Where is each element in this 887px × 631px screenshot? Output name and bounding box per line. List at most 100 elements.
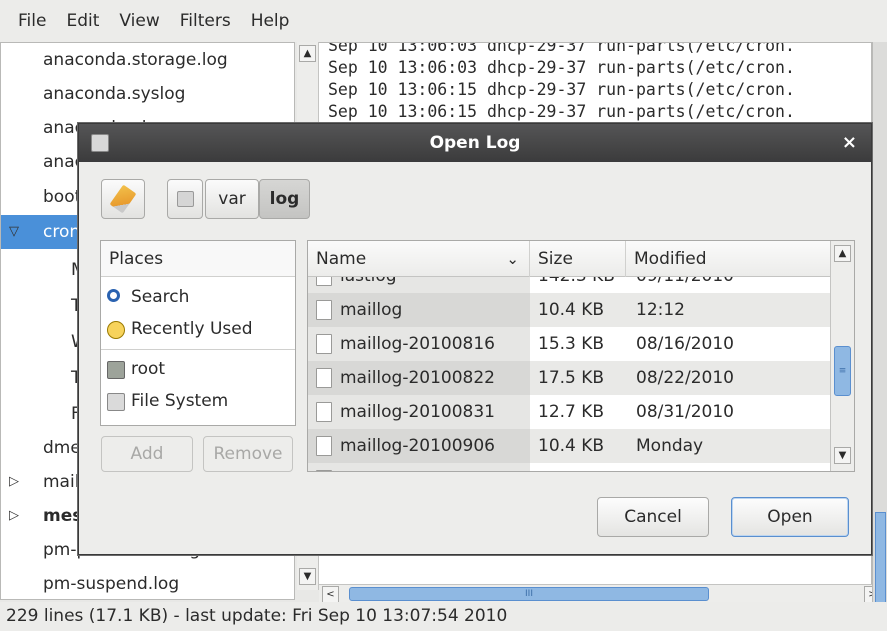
column-name-label: Name [316,249,367,269]
expander-closed-icon[interactable]: ▷ [9,591,19,599]
cancel-button[interactable]: Cancel [597,497,709,537]
tree-item-label: anaconda.syslog [43,84,186,104]
menu-filters[interactable]: Filters [170,11,241,31]
file-icon [316,368,332,388]
menubar: File Edit View Filters Help [0,0,887,42]
scroll-thumb[interactable]: III [349,587,709,601]
file-icon [316,470,332,471]
scroll-thumb[interactable]: ≡ [834,346,851,396]
file-modified: 08/16/2010 [636,334,734,354]
scroll-up-icon[interactable]: ▲ [299,45,316,62]
file-name: maillog-20100822 [340,368,496,388]
file-icon [316,277,332,286]
drive-icon [177,191,194,207]
file-rows: lastlog 142.3 KB 09/11/2010 maillog 10.4 KB 1… [308,277,830,471]
places-header[interactable]: Places [101,241,295,277]
dialog-titlebar[interactable]: Open Log × [79,124,871,162]
file-row[interactable]: mcelog 0 bytes 05/17/2010 [308,463,830,471]
open-button[interactable]: Open [731,497,849,537]
file-name: mcelog [340,463,402,471]
file-size: 12.7 KB [538,402,605,422]
menu-file[interactable]: File [8,11,56,31]
tree-item-label: secure [43,591,100,599]
file-row[interactable]: maillog 10.4 KB 12:12 [308,293,830,327]
place-label: root [131,359,166,379]
file-modified: 12:12 [636,300,685,320]
tree-item-label: anaconda.storage.log [43,50,228,70]
file-modified: Monday [636,436,704,456]
remove-place-button[interactable]: Remove [203,436,293,472]
file-list[interactable]: Name ⌄ Size Modified lastlog 142.3 KB 09/1… [307,240,855,472]
file-row[interactable]: maillog-20100816 15.3 KB 08/16/2010 [308,327,830,361]
column-modified[interactable]: Modified [626,241,830,277]
place-label: Search [131,287,190,307]
scroll-down-icon[interactable]: ▼ [299,568,316,585]
home-folder-icon [107,361,125,379]
file-size: 15.3 KB [538,334,605,354]
file-icon [316,436,332,456]
status-bar: 229 lines (17.1 KB) - last update: Fri S… [0,602,887,631]
places-panel: Places Search Recently Used root File Sy… [100,240,296,426]
add-place-button[interactable]: Add [101,436,193,472]
menu-view[interactable]: View [109,11,169,31]
menu-help[interactable]: Help [241,11,300,31]
scroll-left-icon[interactable]: < [322,586,339,603]
file-icon [316,334,332,354]
clock-icon [107,321,125,339]
file-size: 142.3 KB [538,277,615,293]
window-edge [872,42,887,612]
log-line: Sep 10 13:06:03 dhcp-29-37 run-parts(/et… [328,42,795,55]
breadcrumb-root-button[interactable] [167,179,203,219]
tree-item-label: cron [43,222,81,242]
close-icon[interactable]: × [842,124,857,162]
dialog-title: Open Log [429,133,521,153]
open-log-dialog: Open Log × var log Places Search Recentl… [78,123,872,555]
type-location-button[interactable] [101,179,145,219]
file-name: maillog-20100831 [340,402,496,422]
file-modified: 09/11/2010 [636,277,734,293]
file-name: lastlog [340,277,397,293]
expander-closed-icon[interactable]: ▷ [9,499,19,533]
place-search[interactable]: Search [101,281,295,313]
sort-chevron-icon: ⌄ [506,250,519,268]
expander-open-icon[interactable]: ▽ [9,215,19,249]
log-horizontal-scrollbar[interactable]: < III > [319,584,887,604]
scroll-down-icon[interactable]: ▼ [834,447,851,464]
breadcrumb-log-button[interactable]: log [259,179,310,219]
file-row[interactable]: maillog-20100822 17.5 KB 08/22/2010 [308,361,830,395]
file-list-header: Name ⌄ Size Modified [308,241,830,277]
file-row[interactable]: lastlog 142.3 KB 09/11/2010 [308,277,830,293]
file-row[interactable]: maillog-20100831 12.7 KB 08/31/2010 [308,395,830,429]
file-icon [316,300,332,320]
file-size: 10.4 KB [538,300,605,320]
file-size: 17.5 KB [538,368,605,388]
file-name: maillog [340,300,403,320]
log-line: Sep 10 13:06:15 dhcp-29-37 run-parts(/et… [328,102,795,121]
column-name[interactable]: Name ⌄ [308,241,530,277]
scroll-up-icon[interactable]: ▲ [834,245,851,262]
file-modified: 05/17/2010 [636,463,734,471]
tree-item[interactable]: anaconda.storage.log [1,43,294,77]
file-row[interactable]: maillog-20100906 10.4 KB Monday [308,429,830,463]
tree-item[interactable]: anaconda.syslog [1,77,294,111]
tree-item[interactable]: ▷ secure [1,591,294,599]
file-name: maillog-20100816 [340,334,496,354]
log-line: Sep 10 13:06:03 dhcp-29-37 run-parts(/et… [328,58,795,77]
place-recently-used[interactable]: Recently Used [101,313,295,345]
pencil-icon [109,184,137,214]
file-name: maillog-20100906 [340,436,496,456]
breadcrumb-var-button[interactable]: var [205,179,259,219]
menu-edit[interactable]: Edit [56,11,109,31]
places-divider [101,349,295,350]
file-size: 10.4 KB [538,436,605,456]
file-list-scrollbar[interactable]: ▲ ≡ ▼ [830,241,854,471]
search-icon [107,289,120,302]
place-root[interactable]: root [101,353,295,385]
column-size[interactable]: Size [530,241,626,277]
file-modified: 08/22/2010 [636,368,734,388]
expander-closed-icon[interactable]: ▷ [9,465,19,499]
place-file-system[interactable]: File System [101,385,295,417]
file-size: 0 bytes [538,463,601,471]
place-label: Recently Used [131,319,253,339]
drive-icon [107,393,125,411]
